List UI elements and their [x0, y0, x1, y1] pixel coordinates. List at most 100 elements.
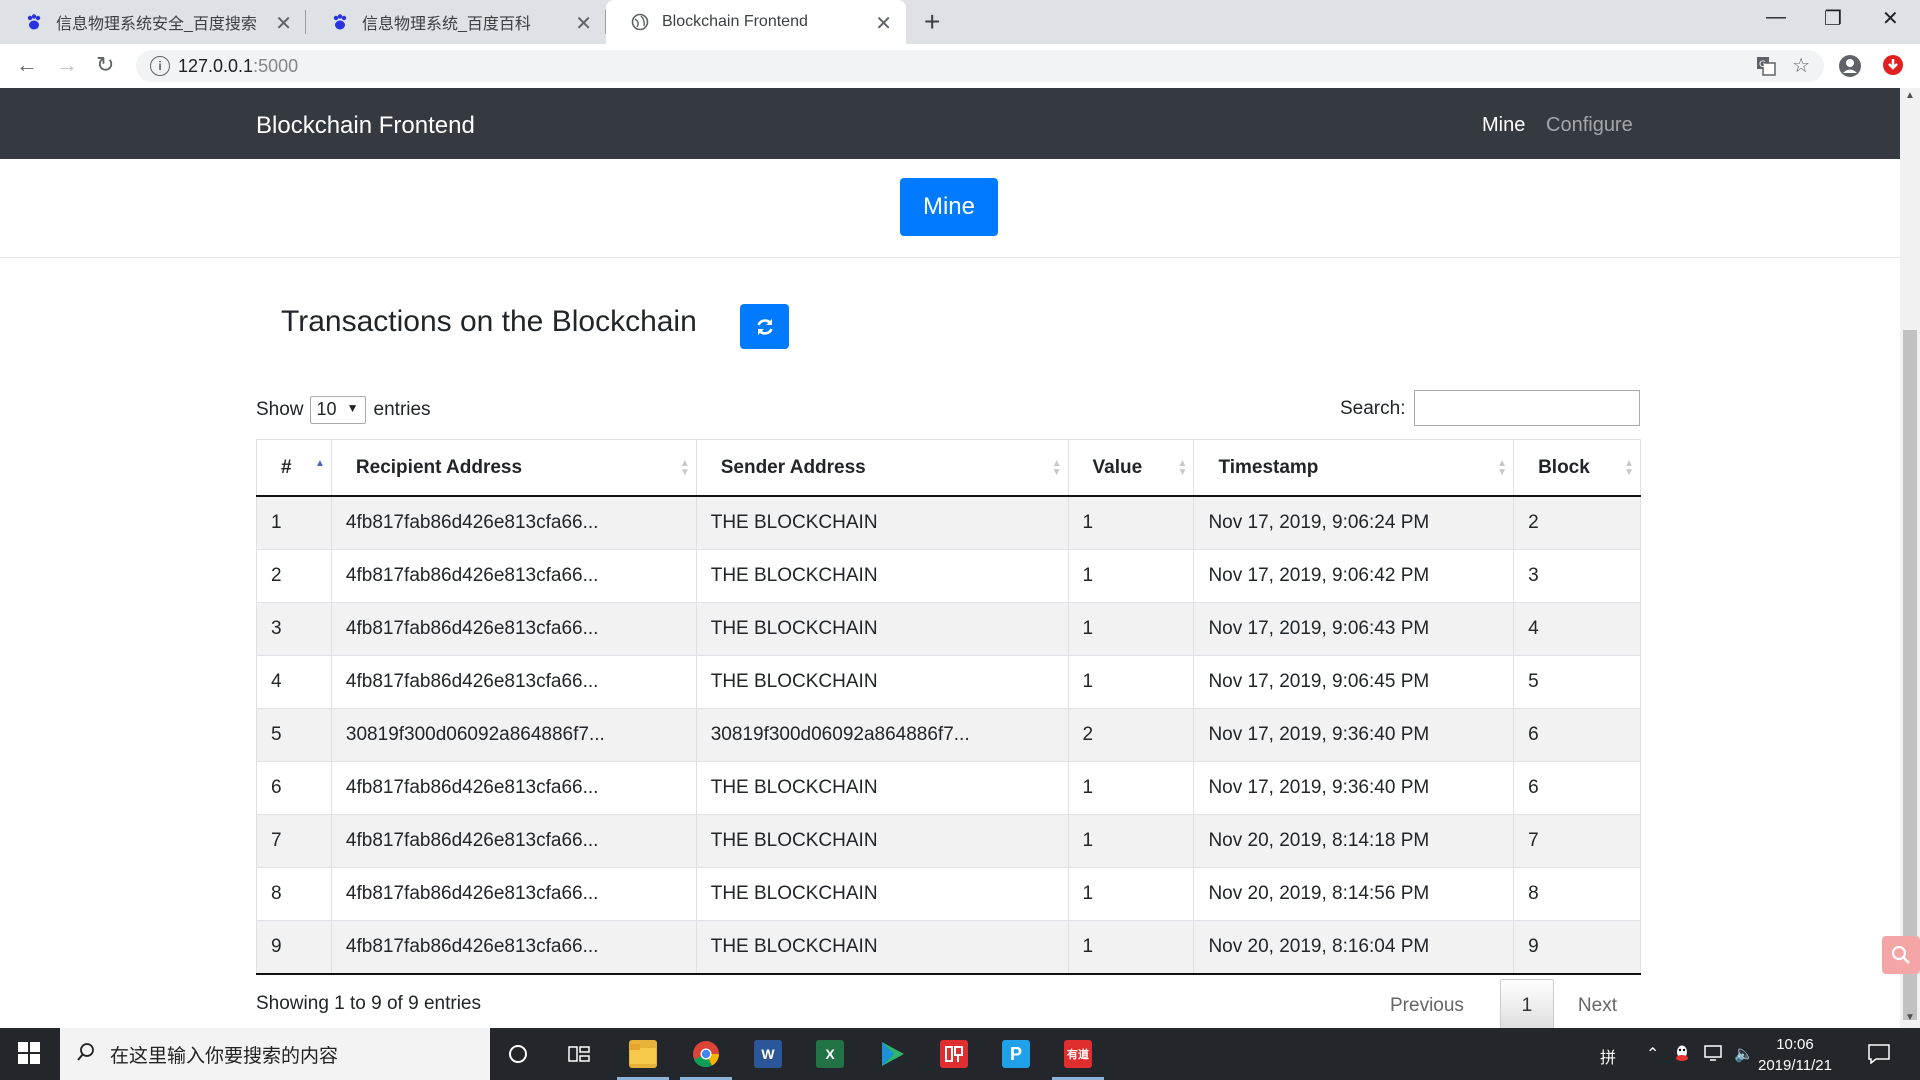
qq-tray-icon[interactable] — [1674, 1044, 1690, 1067]
wps-pdf-icon[interactable]: P — [1002, 1040, 1030, 1068]
cell-timestamp: Nov 17, 2019, 9:36:40 PM — [1193, 708, 1515, 762]
table-row[interactable]: 3 4fb817fab86d426e813cfa66... THE BLOCKCHA… — [256, 602, 1641, 656]
close-icon[interactable]: ✕ — [575, 11, 592, 36]
translate-icon[interactable]: G — [1756, 56, 1776, 81]
cell-timestamp: Nov 20, 2019, 8:16:04 PM — [1193, 920, 1515, 975]
browser-tab-blockchain-frontend[interactable]: Blockchain Frontend ✕ — [606, 0, 906, 44]
task-view-icon[interactable] — [568, 1044, 590, 1069]
table-row[interactable]: 9 4fb817fab86d426e813cfa66... THE BLOCKCHA… — [256, 920, 1641, 975]
column-header-index[interactable]: # ▲ — [256, 439, 332, 497]
reload-icon[interactable]: ↻ — [96, 52, 114, 78]
cell-block: 8 — [1513, 867, 1641, 921]
cell-timestamp: Nov 17, 2019, 9:36:40 PM — [1193, 761, 1515, 815]
navbar-brand[interactable]: Blockchain Frontend — [256, 112, 475, 140]
netease-youdao-icon[interactable]: 有道 — [1064, 1040, 1092, 1068]
network-icon[interactable] — [1704, 1044, 1724, 1067]
entries-select-value: 10 — [316, 399, 337, 419]
ime-indicator[interactable]: 拼 — [1600, 1044, 1616, 1068]
close-icon[interactable]: ✕ — [875, 11, 892, 36]
search-input[interactable] — [1414, 390, 1640, 426]
floating-search-icon[interactable] — [1882, 936, 1920, 974]
sort-icon: ▲ ▼ — [1624, 458, 1634, 478]
extension-icon[interactable] — [1882, 54, 1904, 81]
cell-sender-address: THE BLOCKCHAIN — [695, 920, 1069, 975]
youdao-icon[interactable] — [940, 1040, 968, 1068]
taskbar-clock[interactable]: 10:06 2019/11/21 — [1758, 1034, 1832, 1076]
cell-block: 4 — [1513, 602, 1641, 656]
restore-icon[interactable]: ❐ — [1824, 6, 1842, 31]
window-close-icon[interactable]: ✕ — [1882, 6, 1899, 31]
cell-recipient-address: 30819f300d06092a864886f7... — [330, 708, 697, 762]
excel-icon[interactable]: X — [816, 1040, 844, 1068]
nav-link-configure[interactable]: Configure — [1546, 114, 1633, 137]
browser-tab-baidu-search[interactable]: 信息物理系统安全_百度搜索 ✕ — [0, 0, 306, 44]
sort-icon: ▲ ▼ — [1497, 458, 1508, 478]
cell-recipient-address: 4fb817fab86d426e813cfa66... — [330, 920, 697, 975]
scroll-up-icon[interactable]: ▲ — [1905, 90, 1915, 101]
column-header-value[interactable]: Value ▲ ▼ — [1067, 439, 1195, 497]
table-row[interactable]: 8 4fb817fab86d426e813cfa66... THE BLOCKCHA… — [256, 867, 1641, 921]
cell-index: 8 — [256, 867, 332, 921]
volume-icon[interactable]: 🔈 — [1734, 1044, 1754, 1064]
info-icon[interactable]: i — [150, 56, 170, 76]
table-row[interactable]: 5 30819f300d06092a864886f7... 30819f300d06… — [256, 708, 1641, 762]
scrollbar-thumb[interactable] — [1903, 330, 1917, 1020]
notification-icon[interactable] — [1868, 1044, 1890, 1069]
minimize-icon[interactable]: — — [1766, 6, 1786, 29]
new-tab-button[interactable]: + — [924, 6, 940, 38]
cell-index: 7 — [256, 814, 332, 868]
table-row[interactable]: 2 4fb817fab86d426e813cfa66... THE BLOCKCHA… — [256, 549, 1641, 603]
table-row[interactable]: 6 4fb817fab86d426e813cfa66... THE BLOCKCHA… — [256, 761, 1641, 815]
cell-recipient-address: 4fb817fab86d426e813cfa66... — [330, 655, 697, 709]
entries-select[interactable]: 10 ▼ — [309, 396, 366, 424]
cell-block: 5 — [1513, 655, 1641, 709]
account-icon[interactable] — [1838, 54, 1862, 83]
windows-start-icon[interactable] — [18, 1042, 40, 1069]
cell-value: 1 — [1067, 495, 1195, 550]
cell-sender-address: THE BLOCKCHAIN — [695, 761, 1069, 815]
search-icon — [76, 1042, 96, 1067]
mine-button[interactable]: Mine — [900, 178, 998, 236]
browser-tab-baidu-baike[interactable]: 信息物理系统_百度百科 ✕ — [306, 0, 606, 44]
globe-icon — [630, 12, 650, 32]
table-row[interactable]: 7 4fb817fab86d426e813cfa66... THE BLOCKCHA… — [256, 814, 1641, 868]
chrome-icon[interactable] — [692, 1040, 720, 1068]
cell-value: 1 — [1067, 655, 1195, 709]
pagination-previous[interactable]: Previous — [1390, 995, 1464, 1017]
table-header-row: # ▲ Recipient Address ▲ ▼ Sender Address ▲ ▼ … — [256, 439, 1641, 497]
taskbar-search-box[interactable]: 在这里输入你要搜索的内容 — [60, 1028, 490, 1080]
back-icon[interactable]: ← — [16, 52, 38, 78]
browser-tab-strip: 信息物理系统安全_百度搜索 ✕ 信息物理系统_百度百科 ✕ Blockchain… — [0, 0, 1920, 44]
cell-recipient-address: 4fb817fab86d426e813cfa66... — [330, 549, 697, 603]
scroll-down-icon[interactable]: ▼ — [1905, 1012, 1915, 1023]
windows-taskbar: 在这里输入你要搜索的内容 W X P 有道 拼 ⌃ 🔈 10:06 2019/1… — [0, 1028, 1920, 1080]
pagination-page-1[interactable]: 1 — [1499, 979, 1554, 1033]
media-player-icon[interactable] — [878, 1040, 906, 1068]
column-header-sender[interactable]: Sender Address ▲ ▼ — [695, 439, 1069, 497]
cell-recipient-address: 4fb817fab86d426e813cfa66... — [330, 867, 697, 921]
cell-value: 1 — [1067, 920, 1195, 975]
address-bar[interactable]: i 127.0.0.1:5000 G ☆ — [136, 50, 1824, 82]
column-header-block[interactable]: Block ▲ ▼ — [1513, 439, 1641, 497]
table-row[interactable]: 4 4fb817fab86d426e813cfa66... THE BLOCKCHA… — [256, 655, 1641, 709]
word-icon[interactable]: W — [754, 1040, 782, 1068]
column-header-recipient[interactable]: Recipient Address ▲ ▼ — [330, 439, 697, 497]
forward-icon[interactable]: → — [56, 52, 78, 78]
taskbar-search-placeholder: 在这里输入你要搜索的内容 — [110, 1045, 339, 1067]
cell-sender-address: 30819f300d06092a864886f7... — [695, 708, 1069, 762]
refresh-button[interactable] — [740, 304, 789, 349]
star-icon[interactable]: ☆ — [1792, 53, 1810, 78]
close-icon[interactable]: ✕ — [275, 11, 292, 36]
table-row[interactable]: 1 4fb817fab86d426e813cfa66... THE BLOCKCHA… — [256, 495, 1641, 550]
svg-text:G: G — [1759, 60, 1766, 70]
pagination-next[interactable]: Next — [1578, 995, 1617, 1017]
cortana-icon[interactable] — [508, 1044, 528, 1069]
nav-link-mine[interactable]: Mine — [1482, 114, 1525, 137]
tray-expand-icon[interactable]: ⌃ — [1646, 1044, 1659, 1064]
page-scrollbar[interactable]: ▲ ▼ — [1900, 88, 1920, 1028]
file-explorer-icon[interactable] — [629, 1040, 657, 1068]
column-header-timestamp[interactable]: Timestamp ▲ ▼ — [1193, 439, 1515, 497]
cell-timestamp: Nov 17, 2019, 9:06:24 PM — [1193, 495, 1515, 550]
clock-date: 2019/11/21 — [1758, 1057, 1832, 1074]
browser-toolbar: ← → ↻ i 127.0.0.1:5000 G ☆ — [0, 44, 1920, 89]
